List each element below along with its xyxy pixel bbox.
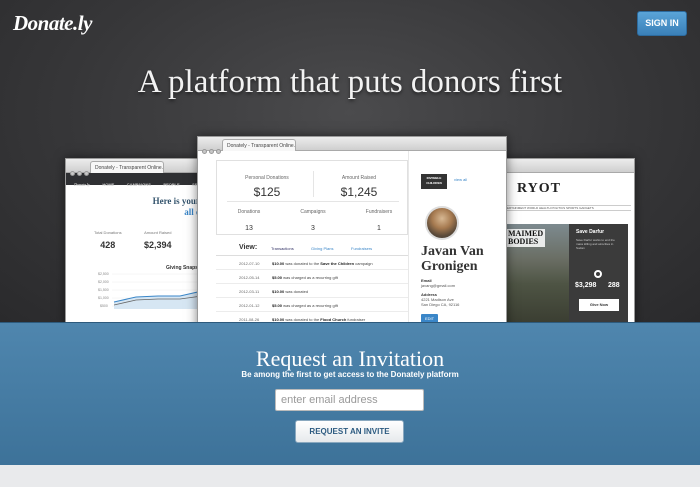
- campaign-text: Save Darfur works to end the mass killin…: [576, 238, 615, 250]
- chart-tick-label: $500: [100, 304, 108, 308]
- app-brand: Donate.ly: [74, 182, 90, 187]
- browser-tab: Donately - Transparent Online...: [90, 161, 164, 173]
- invite-section: Request an Invitation Be among the first…: [0, 322, 700, 465]
- invite-title: Request an Invitation: [255, 346, 445, 371]
- ryot-brand: RYOT: [517, 181, 561, 196]
- chart-tick-label: $2,500: [98, 272, 109, 276]
- tab-fundraisers: Fundraisers: [351, 246, 373, 251]
- request-invite-button[interactable]: REQUEST AN INVITE: [295, 420, 404, 443]
- story-title: MAIMED BODIES: [506, 229, 546, 247]
- nav-item: CAMPAIGNS: [126, 182, 151, 187]
- profile-email: Email javang@gmail.com: [421, 278, 456, 288]
- stat-campaigns: Campaigns 3: [300, 209, 326, 232]
- transaction-row: 2012-07-10 $10.00 was donated to the Sav…: [216, 257, 408, 270]
- edit-profile-button: EDIT: [421, 314, 438, 322]
- profile-preview-window: Donately - Transparent Online... Persona…: [197, 136, 507, 322]
- headline: A platform that puts donors first: [137, 64, 563, 100]
- browser-tab: Donately - Transparent Online...: [222, 139, 296, 151]
- stat-fundraisers: Fundraisers 1: [365, 209, 393, 232]
- profile-sidebar: INVISIBLE CHILDREN view all Javan Van Gr…: [408, 151, 506, 322]
- browser-chrome: Donately - Transparent Online...: [198, 137, 506, 154]
- chart-tick-label: $1,000: [98, 296, 109, 300]
- avatar: [425, 206, 459, 240]
- view-label: View:: [239, 244, 258, 251]
- stat-amount-raised: Amount Raised $1,245: [340, 175, 378, 199]
- profile-name: Javan Van Gronigen: [421, 244, 484, 274]
- transaction-row: 2012-05-14 $5.00 was charged as a recurr…: [216, 271, 408, 284]
- stat-total-donations: Total Donations 428: [94, 230, 122, 250]
- ryot-nav: ENTERTAINMENT WORLD HEALTH POLITICS SPOR…: [501, 205, 631, 211]
- transaction-row: 2012-03-11 $10.00 was donated: [216, 285, 408, 298]
- tab-giving-plans: Giving Plans: [311, 246, 334, 251]
- window-controls-icon: [202, 141, 223, 159]
- nav-item: HOME: [102, 182, 115, 187]
- stat-amount-raised: Amount Raised $2,394: [144, 230, 172, 250]
- view-tabs: View: Transactions Giving Plans Fundrais…: [216, 242, 408, 256]
- tab-transactions: Transactions: [271, 246, 294, 251]
- window-controls-icon: [70, 163, 91, 181]
- view-all-link: view all: [454, 177, 468, 182]
- logo[interactable]: Donate.ly: [13, 11, 92, 36]
- transaction-row: 2012-01-12 $5.00 was charged as a recurr…: [216, 299, 408, 312]
- hero-section: Donate.ly SIGN IN A platform that puts d…: [0, 0, 700, 322]
- sign-in-button[interactable]: SIGN IN: [637, 11, 687, 36]
- email-field[interactable]: [275, 389, 424, 411]
- organization-badge: INVISIBLE CHILDREN: [421, 174, 447, 189]
- stat-donations: Donations 13: [237, 209, 261, 232]
- campaign-panel: Save Darfur Save Darfur works to end the…: [569, 224, 628, 322]
- transaction-row: 2011-08-26 $10.00 was donated to the Flo…: [216, 313, 408, 322]
- campaign-amount: $3,298: [575, 282, 597, 289]
- invite-subtitle: Be among the first to get access to the …: [241, 370, 459, 379]
- donation-stats-card: Personal Donations $125 Amount Raised $1…: [216, 160, 408, 235]
- location-pin-icon: [594, 270, 602, 278]
- give-now-button: Give Now: [579, 299, 619, 311]
- footer: [0, 465, 700, 487]
- campaign-title: Save Darfur: [576, 229, 605, 235]
- chart-tick-label: $1,500: [98, 288, 109, 292]
- nav-item: PEOPLE: [163, 182, 180, 187]
- chart-tick-label: $2,000: [98, 280, 109, 284]
- campaign-count: 288: [608, 282, 620, 289]
- stat-personal-donations: Personal Donations $125: [245, 175, 289, 199]
- profile-address: Address 4221 Madison Ave San Diego CA, 9…: [421, 292, 460, 307]
